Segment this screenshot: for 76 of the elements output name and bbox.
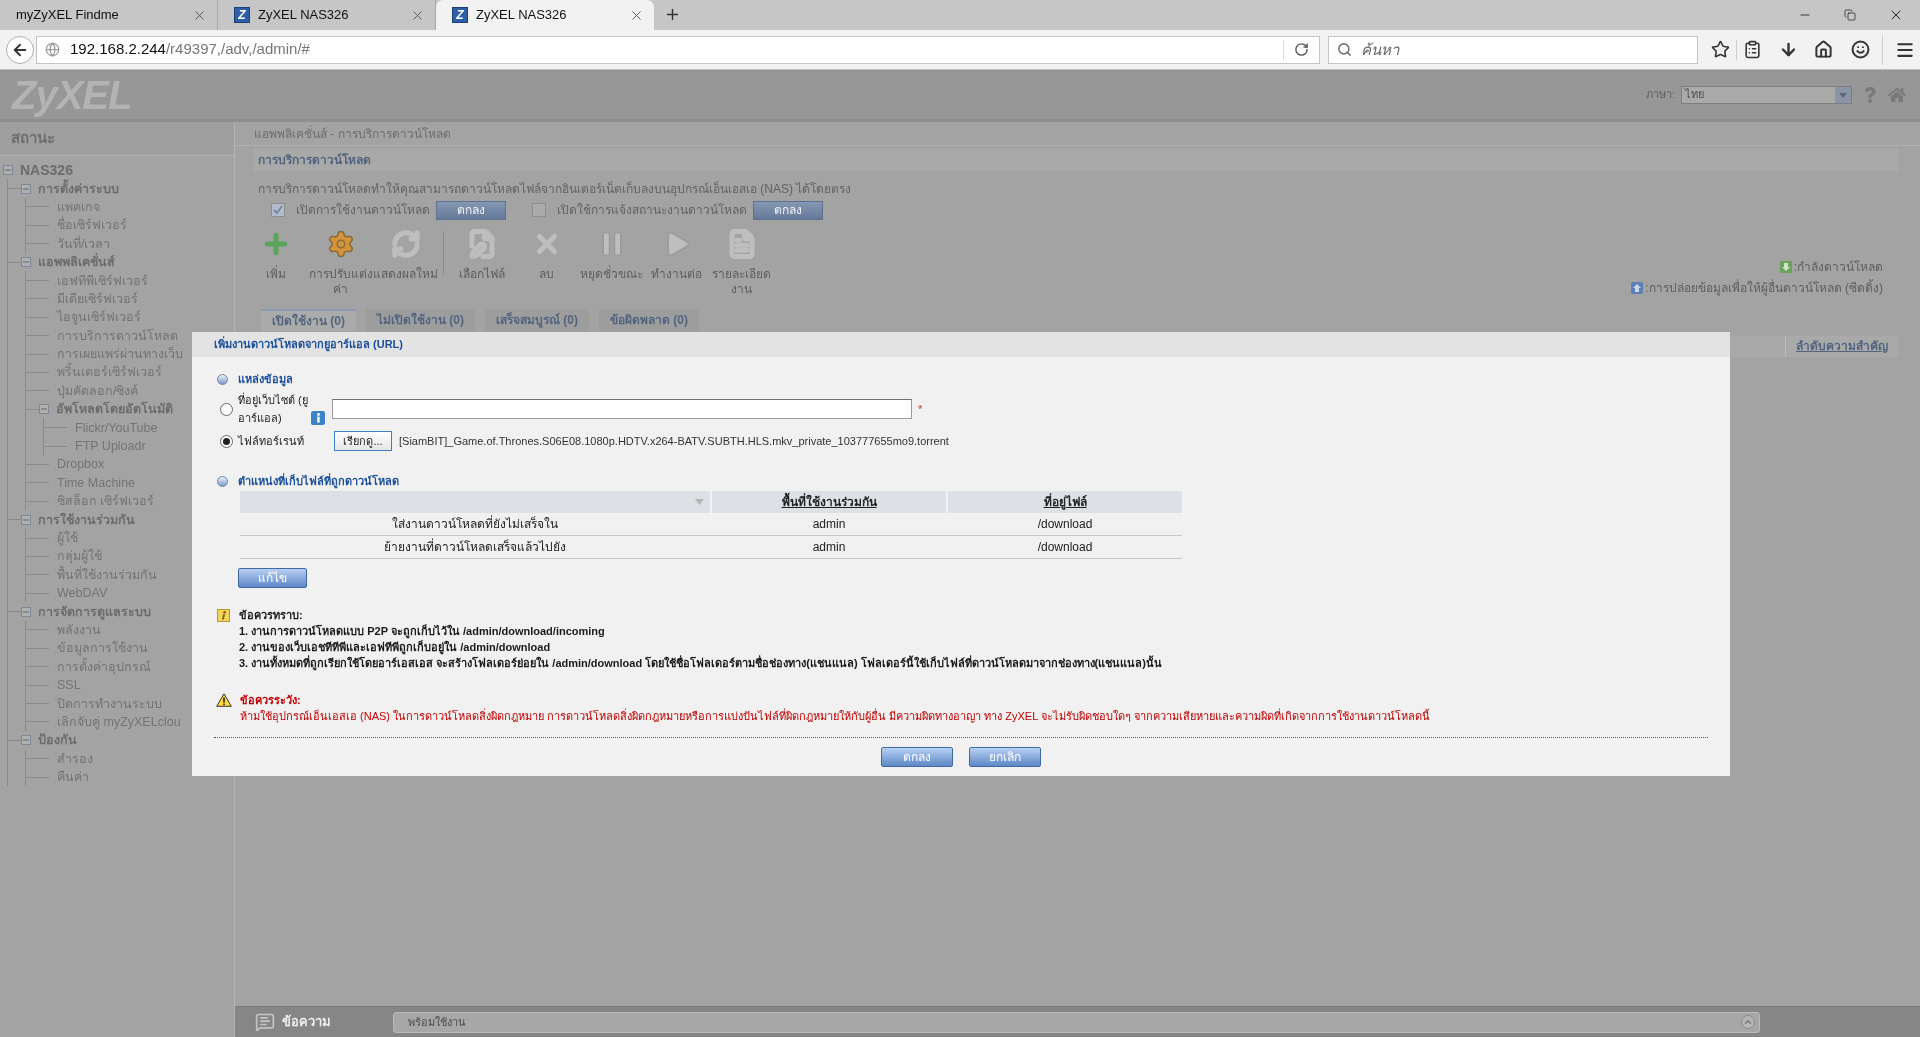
radio-button[interactable]	[220, 402, 233, 416]
clipboard-icon[interactable]	[1743, 40, 1762, 59]
restore-icon[interactable]	[1844, 9, 1856, 21]
apply-button[interactable]: ตกลง	[753, 200, 823, 220]
toolbar-button[interactable]: เพิ่ม	[243, 229, 308, 282]
option-label: เปิดการใช้งานดาวน์โหลด	[296, 202, 430, 219]
section-heading: ตำแหน่งที่เก็บไฟล์ที่ถูกดาวน์โหลด	[238, 472, 399, 490]
bullet-icon	[217, 373, 228, 385]
table-cell-text: ย้ายงานที่ดาวน์โหลดเสร็จแล้วไปยัง	[383, 537, 567, 556]
table-cell-text: /download	[1036, 539, 1094, 556]
legend-label: :การปล่อยข้อมูลเพื่อให้ผู้อื่นดาวน์โหลด (ซีดดิ้ง)	[1645, 279, 1883, 297]
home-icon[interactable]	[1814, 40, 1833, 59]
job-tab[interactable]: เปิดใช้งาน (0)	[261, 309, 356, 331]
new-tab-icon[interactable]	[664, 6, 681, 23]
warning-heading: ข้อควรระวัง:	[240, 693, 302, 708]
favicon: Z	[452, 7, 468, 23]
browser-tab[interactable]: Z ZyXEL NAS326	[436, 0, 654, 30]
bookmark-star-icon[interactable]	[1711, 40, 1730, 59]
section-title: การบริการดาวน์โหลด	[254, 149, 1898, 171]
option-label: เปิดใช้การแจ้งสถานะงานดาวน์โหลด	[557, 202, 747, 219]
search-icon	[1337, 41, 1352, 57]
dropdown-caret-icon	[1835, 86, 1851, 103]
cancel-button[interactable]: ยกเลิก	[969, 747, 1041, 767]
section-heading: แหล่งข้อมูล	[238, 371, 293, 388]
notes-heading: ข้อควรทราบ:	[239, 608, 304, 623]
language-label: ภาษา:	[1645, 87, 1675, 103]
edit-button[interactable]: แก้ไข	[238, 568, 307, 588]
legend-label: :กำลังดาวน์โหลด	[1793, 259, 1883, 276]
browse-button[interactable]: เรียกดู...	[334, 431, 392, 451]
note-line: 1. งานการดาวน์โหลดแบบ P2P จะถูกเก็บไว้ใน /admin/download/incoming	[239, 623, 606, 639]
note-line: 2. งานของเว็บเอชทีทีพีและเอฟทีพีถูกเก็บอยู่ใน /admin/download	[239, 639, 1162, 655]
dialog-title: เพิ่มงานดาวน์โหลดจากยูอาร์แอล (URL)	[192, 332, 1730, 357]
checkbox[interactable]	[532, 203, 546, 217]
favicon: Z	[234, 7, 250, 23]
choice-label: ไฟล์ทอร์เรนท์	[238, 434, 305, 449]
apply-button[interactable]: ตกลง	[436, 200, 506, 220]
note-line: 3. งานทั้งหมดที่ถูกเรียกใช้โดยอาร์เอสเอส จะสร้างโฟลเดอร์ย่อยใน /admin/download โดยใช้ชื่อโฟลเดอร์ตามชื่อช่องทาง(แชนแนล) โฟลเดอร์นี้ใช้เก็บไฟล์ที่ดาวน์โหลดมาจากช่องทาง(แชนแนล)นั้น	[239, 655, 1162, 671]
sort-caret-icon	[695, 499, 704, 505]
ok-button[interactable]: ตกลง	[881, 747, 953, 767]
url-input[interactable]	[332, 399, 912, 419]
checkbox[interactable]	[271, 203, 285, 217]
address-field[interactable]: 192.168.2.244/r49397,/adv,/admin/#	[36, 35, 1320, 64]
smiley-icon[interactable]	[1851, 40, 1870, 59]
message-icon	[255, 1012, 275, 1032]
back-button[interactable]	[6, 35, 34, 64]
column-header[interactable]: ลำดับความสำคัญ	[1785, 336, 1898, 357]
table-cell-text: /download	[1036, 516, 1094, 533]
radio-button[interactable]	[220, 434, 233, 448]
warning-icon	[216, 693, 232, 707]
toolbar-button[interactable]: การปรับแต่งค่า	[308, 229, 373, 297]
language-select[interactable]: ไทย	[1681, 85, 1852, 104]
required-mark: *	[918, 401, 923, 417]
info-icon[interactable]	[311, 411, 325, 425]
bullet-icon	[217, 475, 228, 487]
table-cell-text: admin	[811, 516, 847, 533]
file-name: [SiamBIT]_Game.of.Thrones.S06E08.1080p.HDTV.x264-BATV.SUBTH.HLS.mkv_private_103777655mo9.torrent	[399, 433, 949, 449]
search-field[interactable]: ค้นหา	[1328, 35, 1698, 64]
table-cell-text: admin	[811, 539, 847, 556]
choice-label: ที่อยู่เว็บไซต์ (ยูอาร์แอล)	[238, 391, 308, 426]
column-header[interactable]: ที่อยู่ไฟล์	[948, 491, 1182, 513]
job-tab[interactable]: ไม่เปิดใช้งาน (0)	[366, 309, 475, 331]
status-message-field: พร้อมใช้งาน	[393, 1011, 1760, 1033]
status-label: ข้อความ	[282, 1013, 331, 1032]
note-icon	[217, 609, 230, 622]
column-header[interactable]: พื้นที่ใช้งานร่วมกัน	[712, 491, 946, 513]
upload-arrow-icon	[1631, 282, 1644, 294]
reload-icon[interactable]	[1294, 42, 1309, 57]
job-tab[interactable]: ข้อผิดพลาด (0)	[599, 309, 699, 331]
warning-text: ห้ามใช้อุปกรณ์เอ็นเอสเอ (NAS) ในการดาวน์โหลดสิ่งผิดกฎหมาย การดาวน์โหลดสิ่งผิดกฎหมายหรือการแบ่งปันไฟล์ที่ผิดกฎหมายให้กับผู้อื่น มีความผิดทางอาญา ทาง ZyXEL จะไม่รับผิดชอบใดๆ จากความเสียหายและความผิดที่เกิดจากการใช้งานดาวน์โหลดนี้	[240, 708, 1430, 724]
description-text: การบริการดาวน์โหลดทำให้คุณสามารถดาวน์โหลดไฟล์จากอินเตอร์เน็ตเก็บลงบนอุปกรณ์เอ็นเอสเอ (NAS) ได้โดยตรง	[258, 180, 852, 198]
globe-icon	[45, 42, 60, 57]
url-text: 192.168.2.244/r49397,/adv,/admin/#	[70, 39, 310, 60]
table-cell-text: ใส่งานดาวน์โหลดที่ยังไม่เสร็จใน	[391, 514, 559, 533]
download-icon[interactable]	[1779, 40, 1798, 59]
job-tab[interactable]: เสร็จสมบูรณ์ (0)	[485, 309, 589, 331]
download-arrow-icon	[1779, 261, 1792, 273]
